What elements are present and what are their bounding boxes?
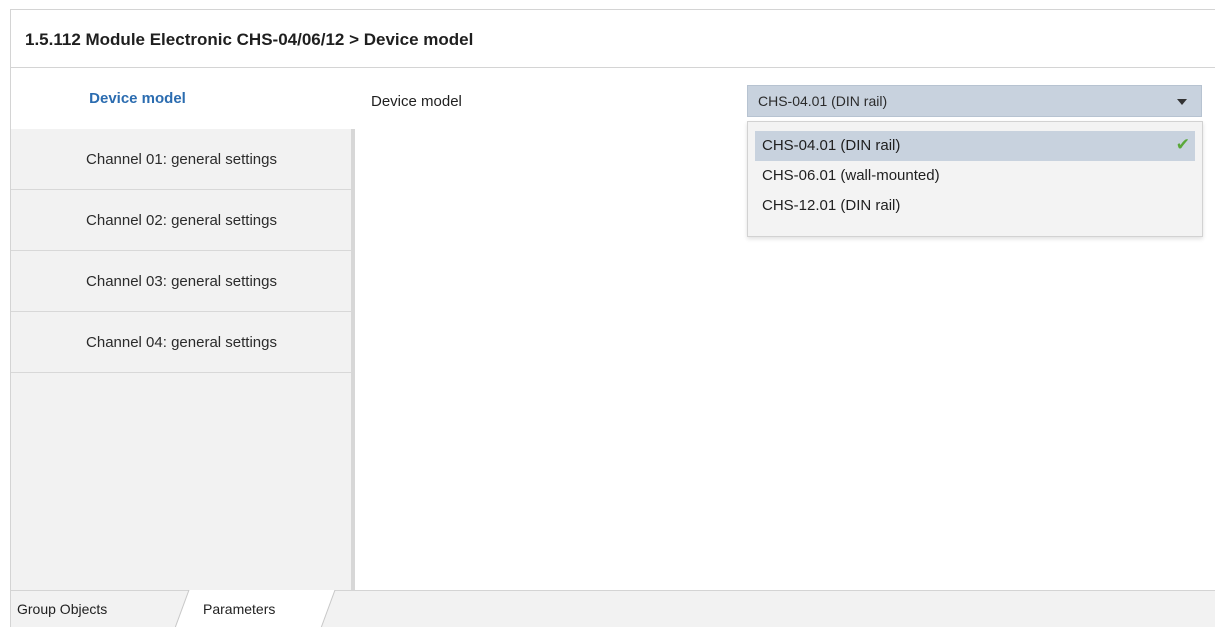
select-value: CHS-04.01 (DIN rail) xyxy=(758,93,888,109)
title-bar: 1.5.112 Module Electronic CHS-04/06/12 >… xyxy=(10,9,1215,68)
sidebar-item-channel-04[interactable]: Channel 04: general settings xyxy=(11,312,352,373)
tab-group-objects[interactable]: Group Objects xyxy=(11,591,181,627)
bottom-tab-bar: Group Objects Parameters xyxy=(10,590,1215,627)
device-model-dropdown-list: CHS-04.01 (DIN rail) ✔ CHS-06.01 (wall-m… xyxy=(747,121,1203,237)
device-model-select[interactable]: CHS-04.01 (DIN rail) xyxy=(747,85,1202,117)
sidebar-item-label: Channel 01: general settings xyxy=(86,150,277,168)
tab-label: Parameters xyxy=(203,601,276,617)
tab-label: Group Objects xyxy=(17,601,108,617)
dropdown-option-chs-12-01[interactable]: CHS-12.01 (DIN rail) xyxy=(755,191,1195,221)
page-title: 1.5.112 Module Electronic CHS-04/06/12 >… xyxy=(25,30,474,49)
sidebar-item-label: Channel 04: general settings xyxy=(86,333,277,351)
dropdown-arrow-icon xyxy=(1177,99,1187,105)
sidebar-item-device-model[interactable]: Device model xyxy=(11,68,354,129)
sidebar-item-channel-03[interactable]: Channel 03: general settings xyxy=(11,251,352,312)
device-model-label: Device model xyxy=(371,93,462,110)
sidebar-item-label: Channel 03: general settings xyxy=(86,272,277,290)
sidebar-item-channel-02[interactable]: Channel 02: general settings xyxy=(11,190,352,251)
dropdown-option-chs-04-01[interactable]: CHS-04.01 (DIN rail) ✔ xyxy=(755,131,1195,161)
parameter-panel: Device model CHS-04.01 (DIN rail) CHS-04… xyxy=(355,68,1215,590)
sidebar-item-label: Device model xyxy=(89,90,186,107)
sidebar-item-label: Channel 02: general settings xyxy=(86,211,277,229)
app-window: 1.5.112 Module Electronic CHS-04/06/12 >… xyxy=(0,0,1215,627)
dropdown-option-chs-06-01[interactable]: CHS-06.01 (wall-mounted) xyxy=(755,161,1195,191)
option-label: CHS-06.01 (wall-mounted) xyxy=(762,167,940,184)
option-label: CHS-04.01 (DIN rail) xyxy=(762,137,901,154)
tab-parameters[interactable]: Parameters xyxy=(175,590,336,627)
option-label: CHS-12.01 (DIN rail) xyxy=(762,197,901,214)
sidebar-item-channel-01[interactable]: Channel 01: general settings xyxy=(11,129,352,190)
check-icon: ✔ xyxy=(1175,135,1190,154)
sidebar: Device model Channel 01: general setting… xyxy=(10,68,354,590)
